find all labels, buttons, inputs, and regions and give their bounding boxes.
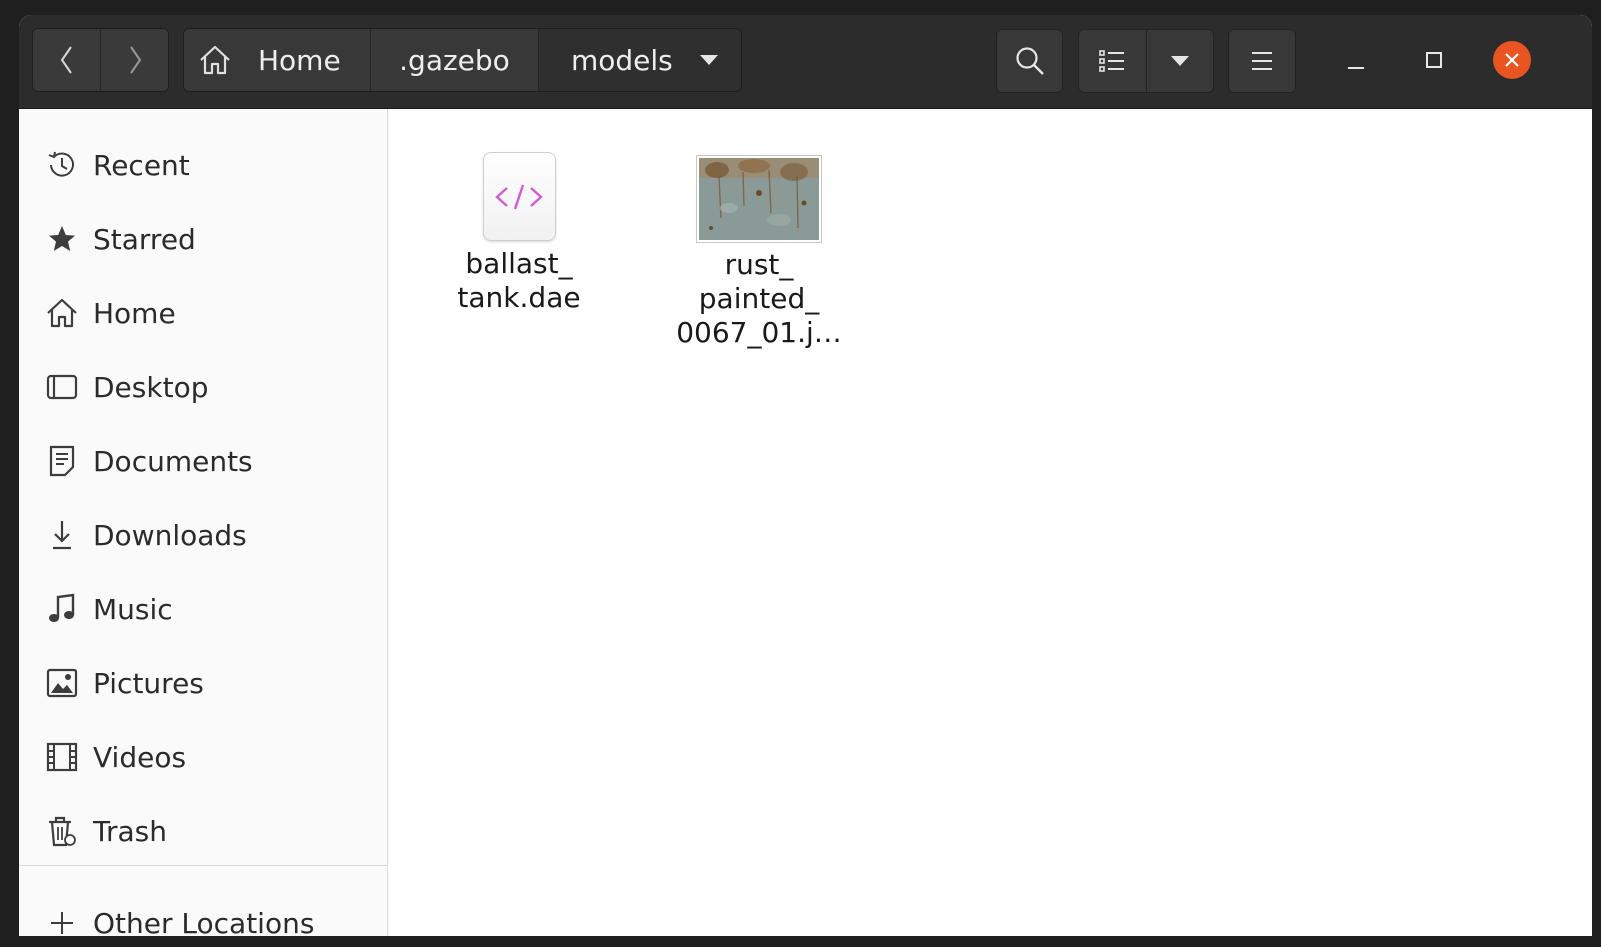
sidebar-item-label: Music	[93, 592, 173, 626]
file-manager-window: Home .gazebo models Recent Starred Home …	[19, 15, 1592, 936]
hamburger-menu-icon	[1252, 52, 1272, 70]
list-view-button[interactable]	[1079, 30, 1147, 92]
file-view: ballast_ tank.dae rust_ painted_ 0067_01…	[389, 109, 1592, 936]
breadcrumb-models[interactable]: models	[538, 29, 741, 91]
sidebar-item-label: Documents	[93, 444, 253, 478]
desktop-icon	[45, 370, 79, 404]
sidebar-item-desktop[interactable]: Desktop	[19, 357, 388, 417]
pictures-icon	[45, 666, 79, 700]
sidebar-item-documents[interactable]: Documents	[19, 431, 388, 491]
sidebar-item-label: Starred	[93, 222, 196, 256]
sidebar-item-recent[interactable]: Recent	[19, 135, 388, 195]
downloads-icon	[45, 518, 79, 552]
sidebar-item-label: Recent	[93, 148, 190, 182]
chevron-right-icon	[129, 46, 141, 74]
sidebar-item-music[interactable]: Music	[19, 579, 388, 639]
sidebar-item-pictures[interactable]: Pictures	[19, 653, 388, 713]
file-name: painted_	[698, 282, 820, 315]
back-button[interactable]	[33, 29, 100, 91]
recent-icon	[45, 148, 79, 182]
breadcrumb-home-label: Home	[258, 43, 341, 77]
file-name: ballast_	[465, 247, 573, 280]
breadcrumb-gazebo-label: .gazebo	[399, 43, 510, 77]
file-item[interactable]: rust_ painted_ 0067_01.j…	[671, 155, 847, 350]
close-button[interactable]	[1493, 41, 1531, 79]
sidebar: Recent Starred Home Desktop Documents Do…	[19, 109, 388, 936]
sidebar-item-downloads[interactable]: Downloads	[19, 505, 388, 565]
sidebar-item-other-locations[interactable]: Other Locations	[19, 893, 388, 936]
sidebar-item-videos[interactable]: Videos	[19, 727, 388, 787]
breadcrumb-gazebo[interactable]: .gazebo	[370, 29, 538, 91]
list-view-icon	[1099, 50, 1125, 72]
maximize-icon	[1426, 52, 1442, 68]
trash-icon	[45, 814, 79, 848]
breadcrumb-models-label: models	[571, 43, 673, 77]
forward-button[interactable]	[100, 29, 168, 91]
chevron-down-icon	[1170, 56, 1189, 66]
main-menu-button[interactable]	[1228, 29, 1296, 93]
star-icon	[45, 222, 79, 256]
documents-icon	[45, 444, 79, 478]
chevron-left-icon	[60, 46, 72, 74]
code-file-icon	[482, 152, 556, 241]
sidebar-item-label: Trash	[93, 814, 167, 848]
home-icon	[45, 296, 79, 330]
music-icon	[45, 592, 79, 626]
sidebar-item-label: Other Locations	[93, 906, 315, 937]
sidebar-item-label: Home	[93, 296, 176, 330]
file-name: rust_	[724, 248, 794, 281]
sidebar-item-label: Videos	[93, 740, 187, 774]
minimize-button[interactable]	[1337, 41, 1375, 79]
home-icon	[200, 45, 230, 75]
navigation-buttons	[32, 28, 169, 92]
chevron-down-icon[interactable]	[699, 54, 719, 66]
sidebar-item-trash[interactable]: Trash	[19, 801, 388, 861]
view-options-button[interactable]	[1147, 30, 1214, 92]
header-bar: Home .gazebo models	[19, 15, 1592, 109]
image-thumbnail	[696, 155, 822, 243]
file-name: 0067_01.j…	[676, 316, 842, 349]
videos-icon	[45, 740, 79, 774]
maximize-button[interactable]	[1415, 41, 1453, 79]
file-name: tank.dae	[457, 281, 581, 314]
minimize-icon	[1348, 67, 1364, 69]
sidebar-divider	[19, 865, 388, 866]
plus-icon	[45, 906, 79, 936]
sidebar-item-starred[interactable]: Starred	[19, 209, 388, 269]
view-toggle-group	[1078, 29, 1214, 93]
breadcrumb: Home .gazebo models	[183, 28, 742, 92]
sidebar-item-label: Downloads	[93, 518, 247, 552]
sidebar-item-home[interactable]: Home	[19, 283, 388, 343]
search-icon	[1015, 47, 1044, 75]
sidebar-item-label: Pictures	[93, 666, 204, 700]
search-button[interactable]	[996, 29, 1063, 93]
close-icon	[1505, 53, 1519, 67]
sidebar-item-label: Desktop	[93, 370, 209, 404]
breadcrumb-home[interactable]: Home	[184, 29, 370, 91]
file-item[interactable]: ballast_ tank.dae	[440, 152, 598, 315]
